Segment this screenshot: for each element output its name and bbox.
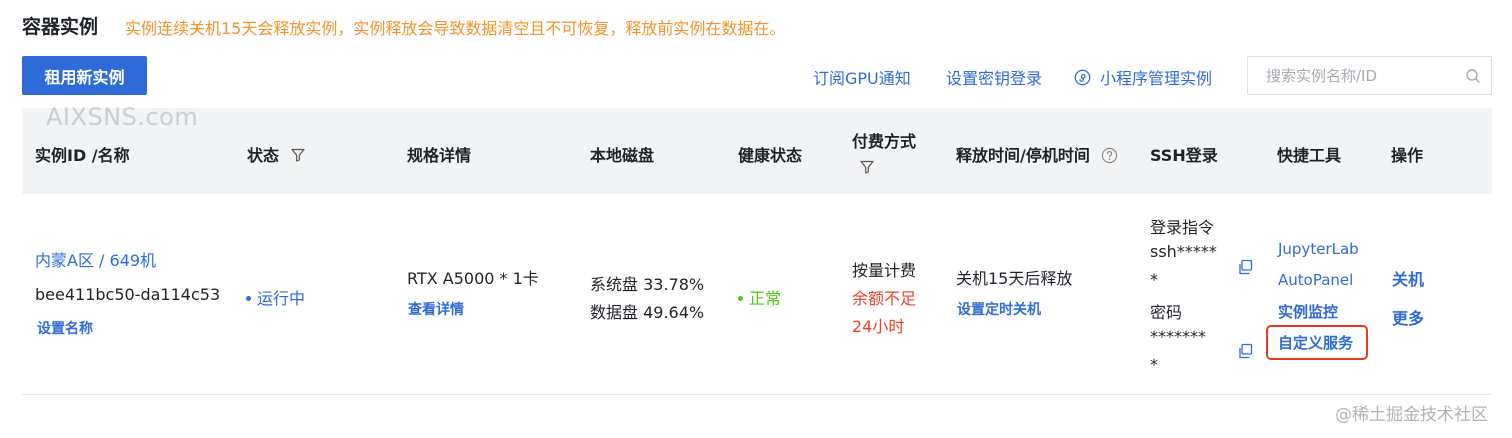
column-billing[interactable]: 付费方式 [852,128,916,177]
subscribe-gpu-link[interactable]: 订阅GPU通知 [813,65,911,89]
watermark-bottom: @稀土掘金技术社区 [1335,405,1488,425]
tool-monitor-link[interactable]: 实例监控 [1278,301,1338,322]
billing-type: 按量计费 [852,261,917,280]
shutdown-button[interactable]: 关机 [1392,266,1424,290]
status-text: 运行中 [257,289,306,308]
ssh-password-value: ******* [1150,327,1206,346]
instance-id: bee411bc50-da114c53 [35,285,221,304]
mini-program-label: 小程序管理实例 [1100,69,1213,88]
set-timer-shutdown-link[interactable]: 设置定时关机 [957,299,1041,319]
custom-service-highlight [1266,325,1368,360]
help-icon[interactable] [1101,147,1118,164]
view-details-link[interactable]: 查看详情 [408,299,464,319]
copy-password-icon[interactable] [1237,343,1253,359]
column-release: 释放时间/停机时间 [956,142,1118,166]
tool-jupyterlab-link[interactable]: JupyterLab [1278,240,1359,258]
column-billing-label: 付费方式 [852,132,917,151]
ssh-command-value: ssh***** [1150,242,1217,261]
mini-program-link[interactable]: 小程序管理实例 [1074,65,1212,89]
search-icon[interactable] [1465,68,1481,84]
release-warning: 实例连续关机15天会释放实例，实例释放会导致数据清空且不可恢复，释放前实例在数据… [125,19,786,38]
watermark-top: AIXSNS.com [46,103,199,131]
data-disk-usage: 数据盘 49.64% [590,303,705,322]
search-box[interactable] [1247,56,1492,95]
ssh-command-label: 登录指令 [1150,218,1215,237]
column-spec: 规格详情 [407,146,472,165]
filter-icon[interactable] [290,148,305,162]
column-health: 健康状态 [738,146,803,165]
column-ssh: SSH登录 [1150,146,1218,165]
column-ops: 操作 [1391,146,1424,165]
rent-new-instance-button[interactable]: 租用新实例 [22,56,147,95]
column-tools: 快捷工具 [1277,146,1342,165]
ssh-password-value-tail: * [1150,355,1158,374]
more-button[interactable]: 更多 [1392,305,1424,329]
table-header: 实例ID /名称 状态 规格详情 本地磁盘 健康状态 付费方式 释放时间/停机时… [22,108,1492,194]
column-status[interactable]: 状态 [247,142,305,166]
health-badge: 正常 [738,285,781,309]
set-name-link[interactable]: 设置名称 [37,318,93,338]
balance-warning-line1: 余额不足 [852,289,917,308]
search-input[interactable] [1266,66,1465,85]
health-dot [738,296,743,301]
copy-command-icon[interactable] [1237,259,1253,275]
row-divider [22,394,1492,395]
filter-icon[interactable] [860,160,874,174]
balance-warning-line2: 24小时 [852,317,905,336]
ssh-password-label: 密码 [1150,303,1183,322]
column-status-label: 状态 [247,146,280,165]
column-disk: 本地磁盘 [590,146,655,165]
health-text: 正常 [749,289,782,308]
tool-autopanel-link[interactable]: AutoPanel [1278,271,1353,289]
set-ssh-key-link[interactable]: 设置密钥登录 [946,65,1042,89]
status-badge: 运行中 [246,285,305,309]
ssh-command-value-tail: * [1150,270,1158,289]
page-title: 容器实例 [22,16,99,38]
system-disk-usage: 系统盘 33.78% [590,275,705,294]
instance-region-name-link[interactable]: 内蒙A区 / 649机 [35,247,156,271]
mini-program-icon [1074,69,1091,85]
column-id-name: 实例ID /名称 [35,146,130,165]
status-dot [246,296,251,301]
column-release-label: 释放时间/停机时间 [956,146,1090,165]
release-info: 关机15天后释放 [956,269,1073,288]
gpu-spec: RTX A5000 * 1卡 [407,269,539,288]
